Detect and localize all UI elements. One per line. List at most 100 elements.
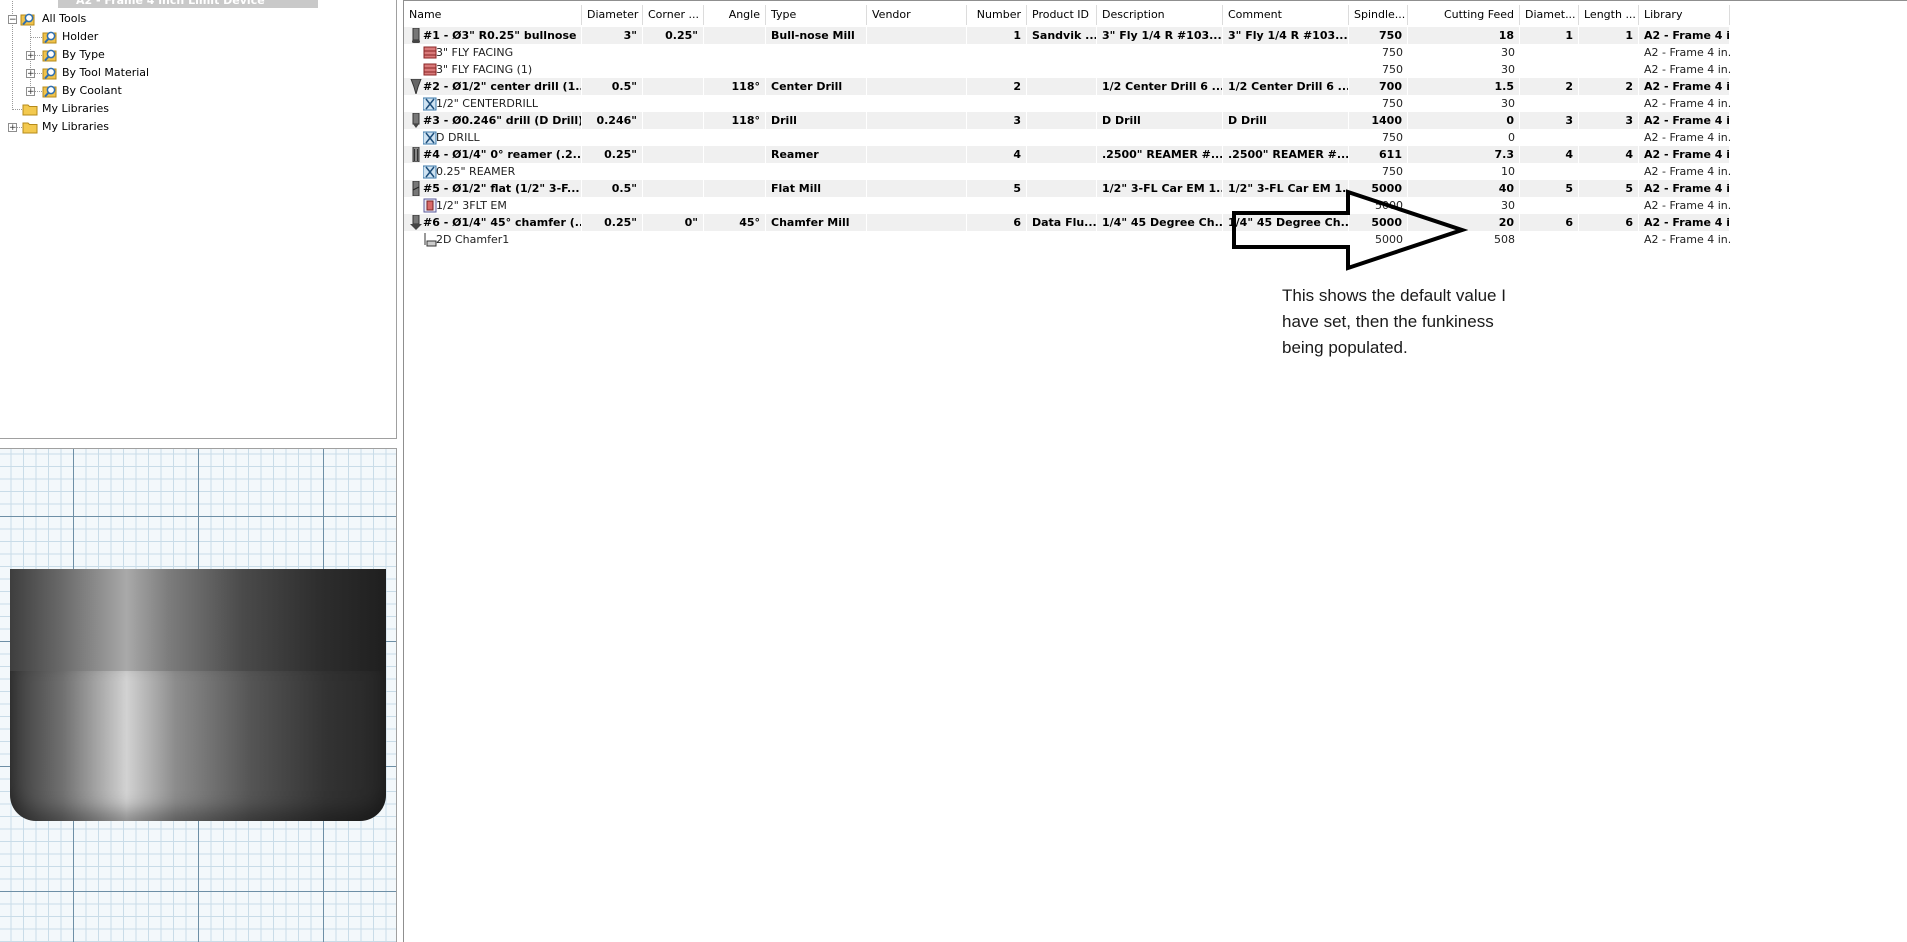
cell-corner	[643, 163, 704, 180]
tool-preview-viewport[interactable]	[0, 448, 397, 942]
preset-row[interactable]: 1/2" CENTERDRILL 750 30 A2 - Frame 4 in...	[404, 95, 1730, 112]
cell-diamet: 4	[1520, 146, 1579, 163]
column-header-comment[interactable]: Comment	[1223, 5, 1349, 25]
preset-row[interactable]: D DRILL 750 0 A2 - Frame 4 in...	[404, 129, 1730, 146]
cell-cutting-feed: 30	[1501, 97, 1515, 110]
cell-name: 1/2" 3FLT EM	[436, 199, 507, 212]
column-header-length-offset[interactable]: Length ...	[1579, 5, 1639, 25]
table-header: Name Diameter Corner ... Angle Type Vend…	[404, 5, 1730, 25]
cell-length	[1579, 129, 1639, 146]
preset-row[interactable]: 2D Chamfer15000508A2 - Frame 4 in...	[404, 231, 1730, 248]
cell-vendor	[867, 214, 967, 231]
cell-name: 3" FLY FACING (1)	[436, 63, 533, 76]
search-folder-icon	[42, 31, 57, 44]
cell-name: #6 - Ø1/4" 45° chamfer (...	[423, 214, 582, 231]
cell-product-id	[1027, 61, 1097, 78]
tree-item-label: By Type	[62, 48, 105, 61]
column-header-product-id[interactable]: Product ID	[1027, 5, 1097, 25]
column-header-spindle[interactable]: Spindle...	[1349, 5, 1408, 25]
preset-row[interactable]: 3" FLY FACING (1) 750 30 A2 - Frame 4 in...	[404, 61, 1730, 78]
cell-description: 3" Fly 1/4 R #103...	[1097, 27, 1223, 44]
tree-item-label: Holder	[62, 30, 99, 43]
cell-library: A2 - Frame 4 in...	[1644, 97, 1730, 110]
cell-angle: 45°	[704, 214, 766, 231]
tree-item-all-tools[interactable]: All Tools	[42, 10, 86, 28]
expand-by-coolant-toggle[interactable]: +	[26, 87, 35, 97]
tree-item-my-libraries-2[interactable]: My Libraries	[42, 118, 109, 136]
expand-my-libraries-toggle[interactable]: +	[8, 123, 17, 133]
column-header-vendor[interactable]: Vendor	[867, 5, 967, 25]
cell-name: 1/2" CENTERDRILL	[436, 97, 539, 110]
cell-angle	[704, 27, 766, 44]
collapse-all-tools-toggle[interactable]: −	[8, 15, 17, 25]
cell-product-id	[1027, 197, 1097, 214]
tree-item-by-type[interactable]: By Type	[62, 46, 105, 64]
cell-product-id	[1027, 129, 1097, 146]
cell-comment: 1/2 Center Drill 6 ...	[1223, 78, 1349, 95]
tool-row[interactable]: #5 - Ø1/2" flat (1/2" 3-F... 0.5" Flat Mil…	[404, 180, 1730, 197]
tree-item-label: My Libraries	[42, 102, 110, 115]
cell-angle	[704, 180, 766, 197]
tree-item-my-libraries[interactable]: My Libraries	[42, 100, 109, 118]
cell-diamet	[1520, 129, 1579, 146]
tree-item-by-tool-material[interactable]: By Tool Material	[62, 64, 149, 82]
cell-product-id: Sandvik ...	[1027, 27, 1097, 44]
cell-cutting-feed: 1.5	[1408, 78, 1520, 95]
column-header-type[interactable]: Type	[766, 5, 867, 25]
cell-angle: 118°	[704, 112, 766, 129]
cell-type	[766, 44, 867, 61]
cell-comment	[1223, 129, 1349, 146]
cell-comment	[1223, 61, 1349, 78]
annotation-note: This shows the default value I have set,…	[1282, 286, 1506, 357]
cell-diameter	[582, 95, 643, 112]
column-header-cutting-feed[interactable]: Cutting Feed	[1408, 5, 1520, 25]
cell-product-id	[1027, 163, 1097, 180]
selected-library-item[interactable]: A2 - Frame 4 inch Limit Device Template	[58, 0, 318, 8]
cell-comment: D Drill	[1223, 112, 1349, 129]
column-header-number[interactable]: Number	[967, 5, 1027, 25]
cell-spindle: 750	[1349, 27, 1408, 44]
cell-angle: 118°	[704, 78, 766, 95]
cell-diamet: 5	[1520, 180, 1579, 197]
tool-row[interactable]: #6 - Ø1/4" 45° chamfer (... 0.25" 0" 45° Cha…	[404, 214, 1730, 231]
cell-name: 2D Chamfer1	[436, 233, 510, 246]
cell-product-id	[1027, 95, 1097, 112]
cell-number: 2	[967, 78, 1027, 95]
cell-cutting-feed: 7.3	[1408, 146, 1520, 163]
cell-angle	[704, 44, 766, 61]
cell-diameter	[582, 61, 643, 78]
cell-angle	[704, 197, 766, 214]
cell-description: 1/4" 45 Degree Ch...	[1097, 214, 1223, 231]
column-header-description[interactable]: Description	[1097, 5, 1223, 25]
cell-product-id	[1027, 231, 1097, 248]
tool-table: Name Diameter Corner ... Angle Type Vend…	[403, 0, 1907, 942]
cell-library: A2 - Frame 4 i...	[1639, 78, 1730, 95]
cell-type: Drill	[766, 112, 867, 129]
preset-row[interactable]: 3" FLY FACING 750 30 A2 - Frame 4 in...	[404, 44, 1730, 61]
column-header-name[interactable]: Name	[404, 5, 582, 25]
preset-row[interactable]: 0.25" REAMER 750 10 A2 - Frame 4 in...	[404, 163, 1730, 180]
cell-type: Reamer	[766, 146, 867, 163]
expand-by-tool-material-toggle[interactable]: +	[26, 69, 35, 79]
preset-row[interactable]: 1/2" 3FLT EM500030A2 - Frame 4 in...	[404, 197, 1730, 214]
cell-corner	[643, 78, 704, 95]
tool-row[interactable]: #4 - Ø1/4" 0° reamer (.2... 0.25" Reamer 4.…	[404, 146, 1730, 163]
cell-library: A2 - Frame 4 i...	[1639, 112, 1730, 129]
column-header-angle[interactable]: Angle	[704, 5, 766, 25]
column-header-diameter-offset[interactable]: Diamet...	[1520, 5, 1579, 25]
cell-length	[1579, 95, 1639, 112]
tree-item-by-coolant[interactable]: By Coolant	[62, 82, 122, 100]
column-header-library[interactable]: Library	[1639, 5, 1730, 25]
expand-by-type-toggle[interactable]: +	[26, 51, 35, 61]
cell-spindle: 750	[1382, 165, 1403, 178]
tree-item-holder[interactable]: Holder	[62, 28, 98, 46]
tool-row[interactable]: #2 - Ø1/2" center drill (1... 0.5" 118° Cen…	[404, 78, 1730, 96]
column-header-diameter[interactable]: Diameter	[582, 5, 643, 25]
cell-library: A2 - Frame 4 in...	[1644, 46, 1730, 59]
tool-row[interactable]: #3 - Ø0.246" drill (D Drill) 0.246" 118° Dr…	[404, 112, 1730, 129]
cell-cutting-feed: 0	[1408, 112, 1520, 129]
tool-row[interactable]: #1 - Ø3" R0.25" bullnose ... 3" 0.25" Bull-…	[404, 27, 1730, 44]
column-header-corner[interactable]: Corner ...	[643, 5, 704, 25]
cell-type	[766, 61, 867, 78]
search-folder-icon	[20, 13, 35, 26]
